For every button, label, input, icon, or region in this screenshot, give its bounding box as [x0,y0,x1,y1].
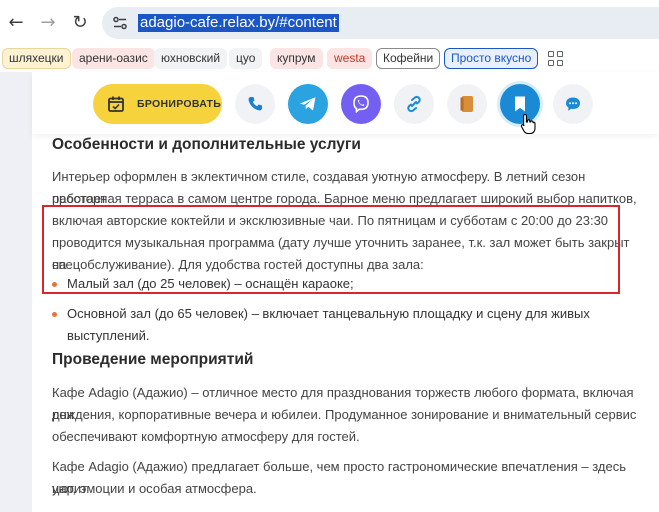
bookmark-tsuo[interactable]: цуо [229,48,263,69]
bookmark-kuprum[interactable]: купрум [270,48,323,69]
browser-toolbar: ← → ↻ adagio-cafe.relax.by/#content [0,0,659,44]
book-button-label: БРОНИРОВАТЬ [137,98,222,110]
section-title-events: Проведение мероприятий [52,351,254,368]
bookmark-prosto-vkusno[interactable]: Просто вкусно [444,48,539,69]
bookmark-icon [515,96,525,112]
menu-button[interactable] [447,84,487,124]
share-link-icon [407,95,421,113]
calendar-check-icon [108,96,124,112]
bullet-icon [52,312,57,317]
forward-arrow-icon[interactable]: → [38,12,58,33]
site-settings-icon[interactable] [112,15,128,31]
bookmark-yuhnovsky[interactable]: юхновский [154,48,228,69]
bookmark-shlyahetski[interactable]: шляхецки [2,48,71,69]
telegram-icon [300,97,316,111]
bookmarks-bar: шляхецки арени-оазис юхновский цуо купру… [0,44,659,72]
phone-button[interactable] [235,84,275,124]
list-item-text: Основной зал (до 65 человек) – включает … [67,306,590,321]
telegram-button[interactable] [288,84,328,124]
viber-icon [353,95,369,114]
paragraph-line: обеспечивают комфортную атмосферу для го… [52,429,360,444]
hand-cursor-icon [520,113,536,135]
list-item-text: выступлений. [67,328,150,343]
back-arrow-icon[interactable]: ← [6,12,26,33]
menu-book-icon [460,96,473,112]
viber-button[interactable] [341,84,381,124]
phone-icon [248,97,262,111]
bookmark-areni-oasis[interactable]: арени-оазис [72,48,155,69]
chat-button[interactable] [553,84,593,124]
address-bar[interactable]: adagio-cafe.relax.by/#content [102,7,659,39]
apps-grid-icon[interactable] [548,51,563,66]
chat-icon [566,97,580,111]
list-item: Основной зал (до 65 человек) – включает … [52,303,642,347]
bookmark-westa[interactable]: westa [327,48,373,69]
section-title-features: Особенности и дополнительные услуги [52,136,361,153]
reload-icon[interactable]: ↻ [70,12,90,33]
paragraph-line: рождения, корпоративные вечера и юбилеи.… [52,407,637,422]
share-link-button[interactable] [394,84,434,124]
url-text[interactable]: adagio-cafe.relax.by/#content [138,14,339,32]
bookmark-coffee-shops[interactable]: Кофейни [376,48,441,69]
paragraph-line: уют, эмоции и особая атмосфера. [52,481,257,496]
book-button[interactable]: БРОНИРОВАТЬ [93,84,222,124]
highlight-box [42,205,620,294]
